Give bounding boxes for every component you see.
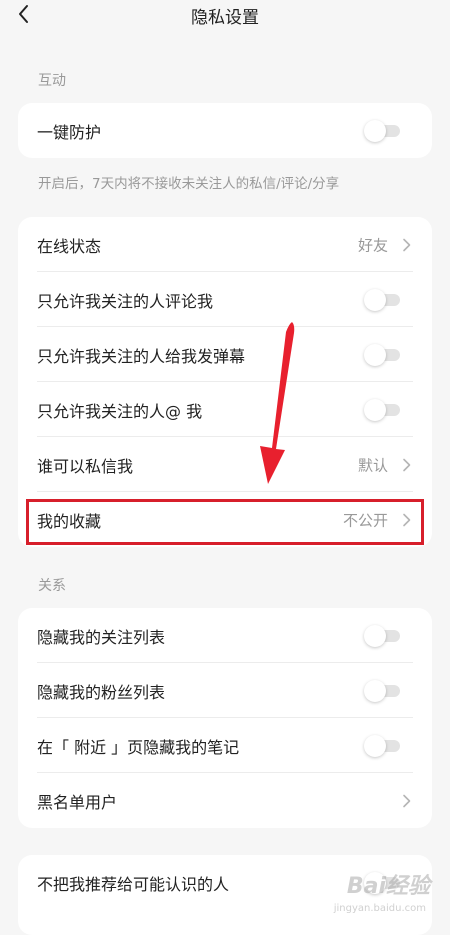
row-only-followed-danmaku[interactable]: 只允许我关注的人给我发弹幕 (18, 327, 432, 382)
toggle-knob (364, 624, 386, 647)
toggle-switch[interactable] (364, 624, 400, 647)
toggle-switch[interactable] (364, 119, 400, 142)
toggle-knob (364, 119, 386, 142)
row-label: 隐藏我的粉丝列表 (37, 682, 166, 702)
row-value: 默认 (357, 456, 388, 474)
row-one-key-protect[interactable]: 一键防护 (18, 103, 432, 158)
toggle-switch[interactable] (364, 343, 400, 366)
row-my-favorites[interactable]: 我的收藏 不公开 (18, 492, 432, 547)
chevron-right-icon (403, 513, 411, 526)
toggle-knob (364, 343, 386, 366)
watermark-url: jingyan.baidu.com (333, 903, 426, 914)
toggle-knob (364, 398, 386, 421)
relations-card: 隐藏我的关注列表 隐藏我的粉丝列表 在「 附近 」页隐藏我的笔记 黑名单用户 (18, 608, 432, 828)
toggle-switch[interactable] (364, 398, 400, 421)
toggle-switch[interactable] (364, 734, 400, 757)
chevron-right-icon (403, 794, 411, 807)
toggle-switch[interactable] (364, 288, 400, 311)
row-hide-notes-nearby[interactable]: 在「 附近 」页隐藏我的笔记 (18, 718, 432, 773)
row-label: 只允许我关注的人评论我 (37, 291, 214, 311)
toggle-knob (364, 734, 386, 757)
row-label: 只允许我关注的人@ 我 (37, 401, 203, 421)
row-label: 我的收藏 (37, 511, 102, 531)
row-who-can-message[interactable]: 谁可以私信我 默认 (18, 437, 432, 492)
row-hide-fans-list[interactable]: 隐藏我的粉丝列表 (18, 663, 432, 718)
row-label: 谁可以私信我 (37, 456, 134, 476)
row-blacklist-users[interactable]: 黑名单用户 (18, 773, 432, 828)
section-label-relations: 关系 (38, 578, 66, 594)
interaction-card: 一键防护 (18, 103, 432, 158)
row-value: 不公开 (342, 511, 388, 529)
privacy-card: 在线状态 好友 只允许我关注的人评论我 只允许我关注的人给我发弹幕 只允许我关注… (18, 217, 432, 547)
chevron-right-icon (403, 458, 411, 471)
row-label: 在「 附近 」页隐藏我的笔记 (37, 737, 240, 757)
row-label: 黑名单用户 (37, 792, 118, 812)
row-label: 隐藏我的关注列表 (37, 627, 166, 647)
page-title: 隐私设置 (191, 8, 259, 28)
toggle-switch[interactable] (364, 679, 400, 702)
toggle-knob (364, 679, 386, 702)
row-label: 一键防护 (37, 122, 102, 142)
row-online-status[interactable]: 在线状态 好友 (18, 217, 432, 272)
row-label: 不把我推荐给可能认识的人 (37, 874, 230, 894)
section-label-interaction: 互动 (38, 73, 66, 89)
row-hide-following-list[interactable]: 隐藏我的关注列表 (18, 608, 432, 663)
row-only-followed-comment[interactable]: 只允许我关注的人评论我 (18, 272, 432, 327)
row-label: 在线状态 (37, 236, 102, 256)
row-only-followed-mention[interactable]: 只允许我关注的人@ 我 (18, 382, 432, 437)
chevron-right-icon (403, 238, 411, 251)
toggle-knob (364, 288, 386, 311)
row-label: 只允许我关注的人给我发弹幕 (37, 346, 246, 366)
protect-hint-text: 开启后，7天内将不接收未关注人的私信/评论/分享 (38, 176, 340, 192)
row-value: 好友 (357, 236, 388, 254)
watermark-logo: Bai经验 (346, 874, 430, 899)
navigation-bar: 隐私设置 (0, 0, 450, 30)
